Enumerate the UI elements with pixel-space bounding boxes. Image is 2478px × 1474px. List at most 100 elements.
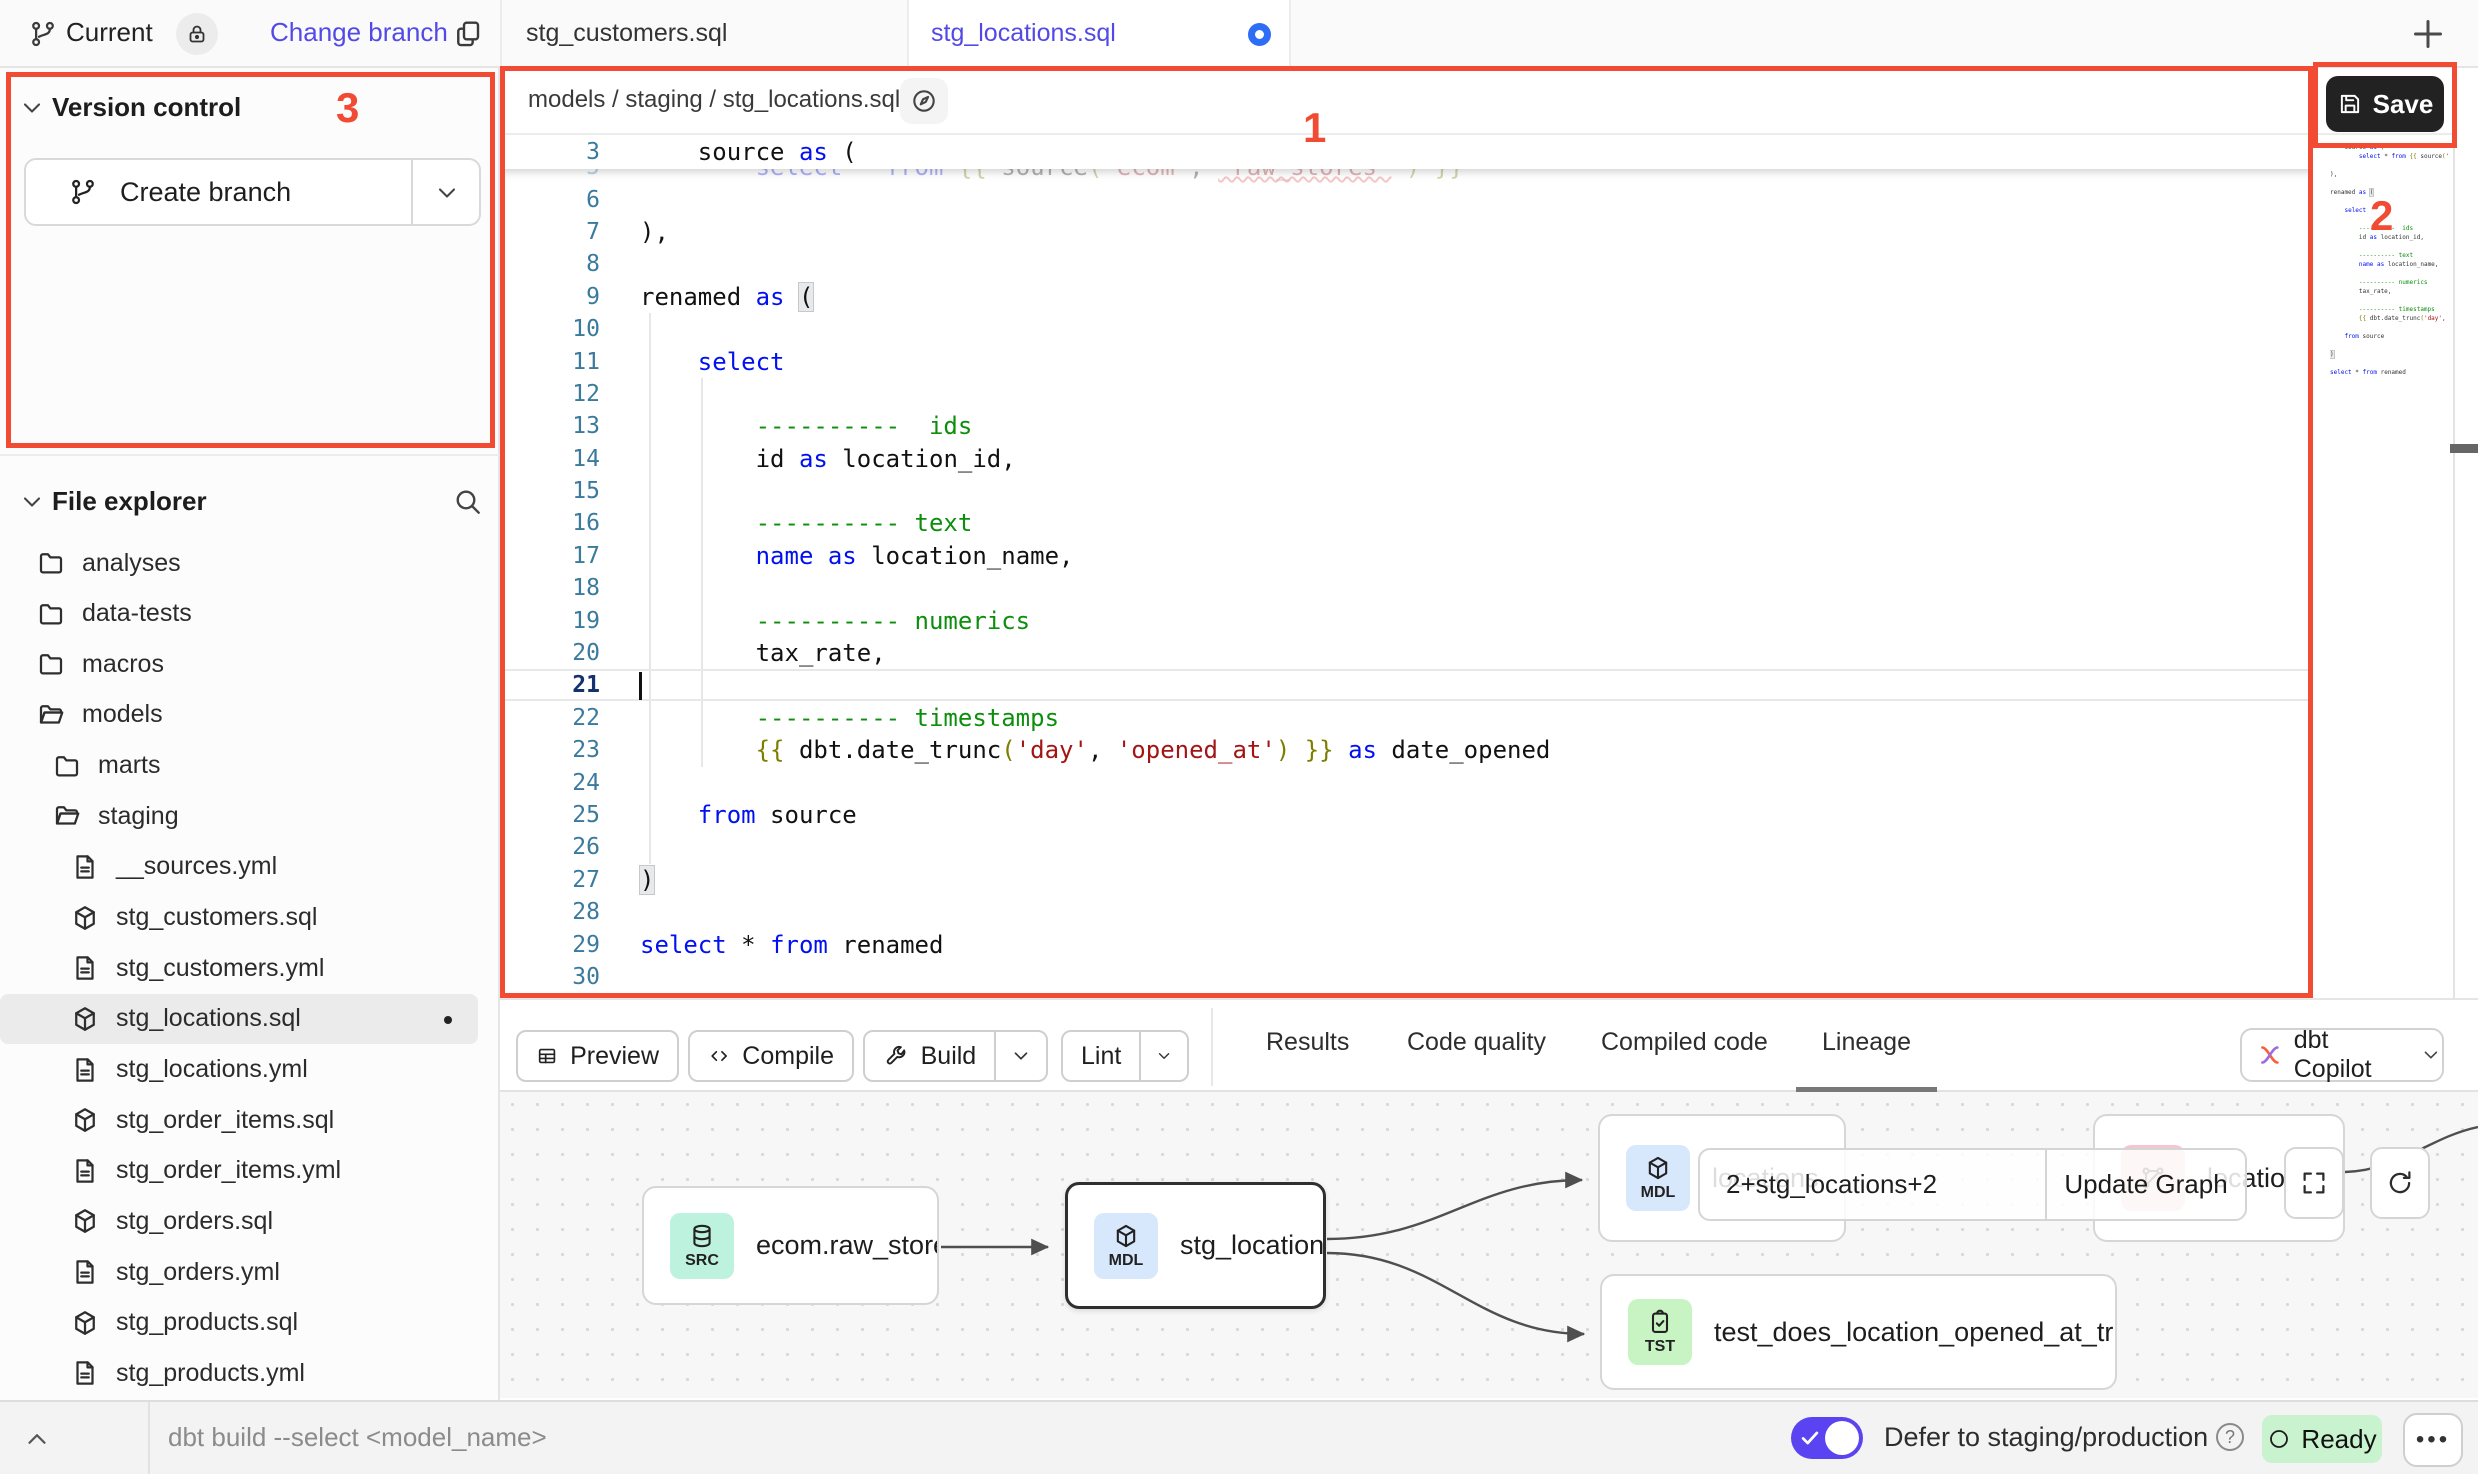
refresh-button[interactable]: [2370, 1147, 2430, 1219]
code-line-24[interactable]: 24: [500, 766, 2313, 798]
file-label: analyses: [82, 549, 181, 578]
code-line-19[interactable]: 19 ---------- numerics: [500, 604, 2313, 636]
file-item-marts[interactable]: marts: [0, 741, 500, 791]
help-icon[interactable]: ?: [2216, 1423, 2244, 1451]
view-docs-icon[interactable]: [900, 78, 948, 124]
file-item-stg_orders.yml[interactable]: stg_orders.yml: [0, 1247, 500, 1297]
lint-button[interactable]: Lint: [1061, 1030, 1189, 1082]
change-branch-link[interactable]: Change branch: [270, 17, 448, 48]
chevron-down-icon[interactable]: [1010, 1044, 1032, 1068]
tab-lineage[interactable]: Lineage: [1822, 1028, 1911, 1057]
file-item-stg_products.yml[interactable]: stg_products.yml: [0, 1348, 500, 1398]
code-line-29[interactable]: 29select * from renamed: [500, 928, 2313, 960]
lineage-node-test_does_location_opened_at_trunc_t-[interactable]: TSTtest_does_location_opened_at_trunc_t…: [1600, 1274, 2117, 1390]
file-item-__sources.yml[interactable]: __sources.yml: [0, 842, 500, 892]
status-divider: [148, 1402, 150, 1474]
code-line-26[interactable]: 26: [500, 831, 2313, 863]
code-line-30[interactable]: 30: [500, 961, 2313, 993]
fullscreen-button[interactable]: [2284, 1147, 2344, 1219]
code-line-7[interactable]: 7),: [500, 216, 2313, 248]
overflow-menu-button[interactable]: •••: [2403, 1413, 2463, 1467]
editor-minimap[interactable]: source as ( select * from {{ source('eco…: [2330, 143, 2448, 443]
save-button[interactable]: Save: [2326, 76, 2444, 132]
line-number: 29: [500, 932, 600, 958]
defer-toggle[interactable]: [1791, 1417, 1863, 1459]
code-line-23[interactable]: 23 {{ dbt.date_trunc('day', 'opened_at')…: [500, 734, 2313, 766]
copy-icon[interactable]: [452, 18, 484, 50]
preview-button[interactable]: Preview: [516, 1030, 679, 1082]
code-line-20[interactable]: 20 tax_rate,: [500, 637, 2313, 669]
top-bar: Current Change branch stg_customers.sql …: [0, 0, 2478, 68]
lineage-selector-input[interactable]: 2+stg_locations+2: [1700, 1150, 2045, 1219]
file-label: stg_locations.sql: [116, 1004, 301, 1033]
chevron-down-icon[interactable]: [1155, 1044, 1173, 1068]
expand-command-bar-icon[interactable]: [22, 1424, 52, 1454]
fullscreen-icon: [2299, 1168, 2329, 1198]
line-number: 7: [500, 219, 600, 245]
copilot-label: dbt Copilot: [2294, 1026, 2412, 1084]
code-line-28[interactable]: 28: [500, 896, 2313, 928]
ready-label: Ready: [2301, 1424, 2376, 1455]
tab-results[interactable]: Results: [1266, 1028, 1349, 1057]
code-line-3[interactable]: 3 source as (: [500, 136, 857, 168]
command-input[interactable]: dbt build --select <model_name>: [168, 1422, 547, 1453]
tab-code-quality[interactable]: Code quality: [1407, 1028, 1546, 1057]
panel-resize-handle[interactable]: [2450, 444, 2478, 453]
file-item-staging[interactable]: staging: [0, 791, 500, 841]
code-line-27[interactable]: 27): [500, 864, 2313, 896]
file-item-macros[interactable]: macros: [0, 639, 500, 689]
file-item-stg_order_items.sql[interactable]: stg_order_items.sql: [0, 1095, 500, 1145]
dbt-copilot-button[interactable]: dbt Copilot: [2240, 1028, 2444, 1082]
update-graph-button[interactable]: Update Graph: [2047, 1169, 2245, 1200]
tab-compiled-code[interactable]: Compiled code: [1601, 1028, 1768, 1057]
breadcrumb-bar: models / staging / stg_locations.sql: [500, 68, 2453, 135]
code-line-11[interactable]: 11 select: [500, 345, 2313, 377]
lineage-graph[interactable]: SRCecom.raw_storesMDLstg_locationsMDLloc…: [500, 1092, 2478, 1398]
file-item-stg_locations.sql[interactable]: stg_locations.sql: [0, 994, 478, 1044]
tab-stg-customers-sql[interactable]: stg_customers.sql: [500, 0, 909, 66]
file-item-stg_products.sql[interactable]: stg_products.sql: [0, 1298, 500, 1348]
git-branch-icon: [68, 177, 98, 207]
lineage-node-ecom-raw_stores[interactable]: SRCecom.raw_stores: [642, 1186, 939, 1305]
file-label: stg_products.yml: [116, 1359, 305, 1388]
code-line-22[interactable]: 22 ---------- timestamps: [500, 702, 2313, 734]
node-label: stg_locations: [1180, 1230, 1326, 1261]
code-line-14[interactable]: 14 id as location_id,: [500, 443, 2313, 475]
code-line-6[interactable]: 6: [500, 183, 2313, 215]
compile-button[interactable]: Compile: [688, 1030, 854, 1082]
create-branch-button[interactable]: Create branch: [24, 158, 481, 226]
code-line-16[interactable]: 16 ---------- text: [500, 507, 2313, 539]
code-line-8[interactable]: 8: [500, 248, 2313, 280]
file-item-stg_order_items.yml[interactable]: stg_order_items.yml: [0, 1146, 500, 1196]
code-line-18[interactable]: 18: [500, 572, 2313, 604]
code-line-17[interactable]: 17 name as location_name,: [500, 540, 2313, 572]
lineage-node-stg_locations[interactable]: MDLstg_locations: [1065, 1182, 1326, 1309]
search-icon[interactable]: [452, 486, 484, 518]
build-button[interactable]: Build: [863, 1030, 1048, 1082]
code-editor[interactable]: 5 select * from {{ source('ecom', 'raw_s…: [500, 135, 2313, 998]
file-item-stg_customers.yml[interactable]: stg_customers.yml: [0, 943, 500, 993]
code-line-10[interactable]: 10: [500, 313, 2313, 345]
file-icon: [70, 1358, 100, 1388]
chevron-down-icon[interactable]: [433, 179, 461, 207]
tab-stg-locations-sql[interactable]: stg_locations.sql: [909, 0, 1291, 66]
file-explorer-header[interactable]: File explorer: [0, 482, 498, 522]
file-item-stg_orders.sql[interactable]: stg_orders.sql: [0, 1196, 500, 1246]
file-item-analyses[interactable]: analyses: [0, 538, 500, 588]
file-item-stg_locations.yml[interactable]: stg_locations.yml: [0, 1045, 500, 1095]
button-divider: [411, 160, 413, 224]
code-line-12[interactable]: 12: [500, 378, 2313, 410]
code-line-15[interactable]: 15: [500, 475, 2313, 507]
file-item-models[interactable]: models: [0, 690, 500, 740]
code-line-25[interactable]: 25 from source: [500, 799, 2313, 831]
file-item-stg_customers.sql[interactable]: stg_customers.sql: [0, 893, 500, 943]
code-line-13[interactable]: 13 ---------- ids: [500, 410, 2313, 442]
file-item-data-tests[interactable]: data-tests: [0, 589, 500, 639]
new-tab-button[interactable]: [2408, 14, 2448, 54]
code-line-9[interactable]: 9renamed as (: [500, 281, 2313, 313]
line-number: 30: [500, 964, 600, 990]
line-number: 26: [500, 834, 600, 860]
version-control-header[interactable]: Version control: [0, 88, 498, 128]
preview-label: Preview: [570, 1042, 659, 1071]
cube-icon: [70, 1206, 100, 1236]
